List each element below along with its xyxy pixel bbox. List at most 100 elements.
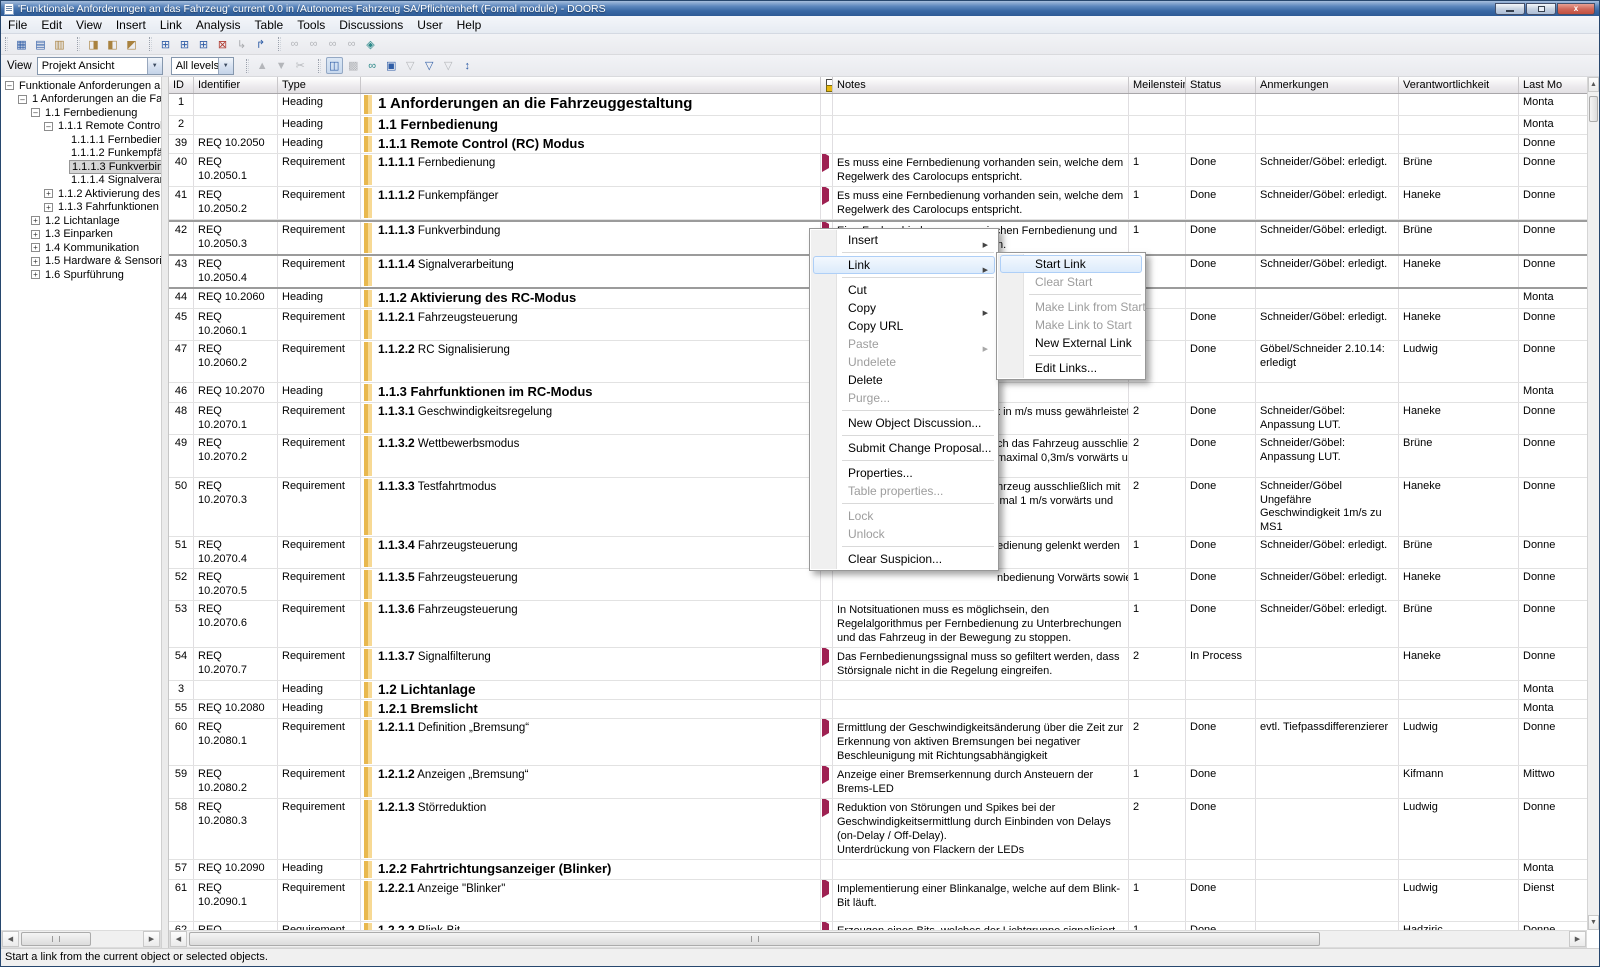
scroll-right-icon[interactable]: ▶ xyxy=(143,931,160,947)
link-marker-icon[interactable] xyxy=(822,766,829,784)
link-marker-icon[interactable] xyxy=(822,799,829,817)
scroll-thumb[interactable] xyxy=(189,932,1320,946)
scroll-thumb[interactable] xyxy=(1589,96,1598,122)
scroll-thumb[interactable] xyxy=(21,932,91,946)
link-marker-icon[interactable] xyxy=(822,154,829,172)
table-row[interactable]: 52REQ 10.2070.5Requirement1.1.3.5 Fahrze… xyxy=(169,569,1587,601)
menu-discussions[interactable]: Discussions xyxy=(332,16,410,33)
table-row[interactable]: 39REQ 10.2050Heading1.1.1 Remote Control… xyxy=(169,135,1587,154)
table-row[interactable]: 55REQ 10.2080Heading1.2.1 BremslichtMont… xyxy=(169,700,1587,719)
table-row[interactable]: 41REQ 10.2050.2Requirement1.1.1.2 Funkem… xyxy=(169,187,1587,220)
toolbar-grip[interactable] xyxy=(278,37,281,51)
expand-icon[interactable]: + xyxy=(44,203,53,212)
menu-insert[interactable]: Insert xyxy=(109,16,153,33)
tree-item-1-1-1-remote-control-r[interactable]: –1.1.1 Remote Control (R xyxy=(1,120,161,134)
table-row[interactable]: 61REQ 10.2090.1Requirement1.2.2.1 Anzeig… xyxy=(169,880,1587,922)
show-links-icon[interactable]: ∞ xyxy=(364,57,381,74)
tree-item-1-2-lichtanlage[interactable]: +1.2 Lichtanlage xyxy=(1,214,161,228)
tree-item-1-1-1-3-funkverbind[interactable]: 1.1.1.3 Funkverbind xyxy=(1,160,161,174)
open-module-icon[interactable]: ◨ xyxy=(85,36,102,53)
promote-object-icon[interactable]: ↱ xyxy=(252,36,269,53)
table-row[interactable]: 58REQ 10.2080.3Requirement1.2.1.3 Större… xyxy=(169,799,1587,860)
menu-table[interactable]: Table xyxy=(248,16,291,33)
clipboard-icon[interactable]: ▥ xyxy=(51,36,68,53)
menu-user[interactable]: User xyxy=(410,16,449,33)
context-menu-item-delete[interactable]: Delete xyxy=(813,371,995,389)
tree-horizontal-scrollbar[interactable]: ◀ ▶ xyxy=(1,930,161,948)
tree-item-1-1-fernbedienung[interactable]: –1.1 Fernbedienung xyxy=(1,106,161,120)
menu-edit[interactable]: Edit xyxy=(34,16,69,33)
scroll-up-icon[interactable]: ▲ xyxy=(1588,77,1599,92)
tree-item-1-1-3-fahrfunktionen-im[interactable]: +1.1.3 Fahrfunktionen im xyxy=(1,201,161,215)
tree-item-funktionale-anforderungen-an-das-f[interactable]: –Funktionale Anforderungen an das F xyxy=(1,79,161,93)
expand-icon[interactable]: + xyxy=(44,189,53,198)
column-header-anmerkungen[interactable]: Anmerkungen xyxy=(1256,77,1399,93)
context-menu-item-cut[interactable]: Cut xyxy=(813,281,995,299)
view-select[interactable]: Projekt Ansicht ▼ xyxy=(37,57,163,75)
menu-file[interactable]: File xyxy=(1,16,34,33)
link-marker-icon[interactable] xyxy=(822,719,829,737)
expand-icon[interactable]: + xyxy=(31,270,40,279)
new-external-link-icon[interactable]: ◈ xyxy=(362,36,379,53)
collapse-icon[interactable]: – xyxy=(44,122,53,131)
scroll-right-icon[interactable]: ▶ xyxy=(1569,931,1586,947)
menu-help[interactable]: Help xyxy=(450,16,489,33)
delete-object-icon[interactable]: ⊠ xyxy=(214,36,231,53)
collapse-icon[interactable]: – xyxy=(31,108,40,117)
table-horizontal-scrollbar[interactable]: ◀ ▶ xyxy=(169,930,1587,948)
tree-item-1-1-1-4-signalverarb[interactable]: 1.1.1.4 Signalverarb xyxy=(1,174,161,188)
expand-icon[interactable]: + xyxy=(31,216,40,225)
context-menu-item-link[interactable]: Link▶ xyxy=(813,256,995,274)
display-columns-icon[interactable]: ◫ xyxy=(326,57,343,74)
expand-icon[interactable]: + xyxy=(31,230,40,239)
table-row[interactable]: 54REQ 10.2070.7Requirement1.1.3.7 Signal… xyxy=(169,648,1587,681)
table-row[interactable]: 53REQ 10.2070.6Requirement1.1.3.6 Fahrze… xyxy=(169,601,1587,648)
context-menu-item-submit-change-proposal[interactable]: Submit Change Proposal... xyxy=(813,439,995,457)
tree-item-1-3-einparken[interactable]: +1.3 Einparken xyxy=(1,228,161,242)
link-marker-icon[interactable] xyxy=(822,880,829,898)
link-marker-icon[interactable] xyxy=(822,922,829,930)
context-menu-item-clear-suspicion[interactable]: Clear Suspicion... xyxy=(813,550,995,568)
new-object-copy-icon[interactable]: ⊞ xyxy=(195,36,212,53)
chevron-down-icon[interactable]: ▼ xyxy=(218,58,233,74)
save-icon[interactable]: ▦ xyxy=(13,36,30,53)
column-header-identifier[interactable]: Identifier xyxy=(194,77,278,93)
demote-object-icon[interactable]: ↳ xyxy=(233,36,250,53)
table-row[interactable]: 2Heading1.1 FernbedienungMonta xyxy=(169,116,1587,135)
close-module-icon[interactable]: ◧ xyxy=(104,36,121,53)
context-menu-item-properties[interactable]: Properties... xyxy=(813,464,995,482)
link-marker-icon[interactable] xyxy=(822,187,829,205)
toolbar-grip[interactable] xyxy=(77,37,80,51)
column-header-status[interactable]: Status xyxy=(1186,77,1256,93)
close-button[interactable]: x xyxy=(1557,3,1595,15)
tree-item-1-1-2-aktivierung-des-r[interactable]: +1.1.2 Aktivierung des R( xyxy=(1,187,161,201)
column-header-main[interactable] xyxy=(361,77,821,93)
minimize-button[interactable] xyxy=(1495,3,1525,15)
table-row[interactable]: 1Heading1 Anforderungen an die Fahrzeugg… xyxy=(169,94,1587,116)
print-icon[interactable]: ▤ xyxy=(32,36,49,53)
toolbar-grip[interactable] xyxy=(5,37,8,51)
chevron-down-icon[interactable]: ▼ xyxy=(147,58,162,74)
tree-item-1-6-spurf-hrung[interactable]: +1.6 Spurführung xyxy=(1,268,161,282)
table-row[interactable]: 57REQ 10.2090Heading1.2.2 Fahrtrichtungs… xyxy=(169,860,1587,880)
new-object-below-icon[interactable]: ⊞ xyxy=(176,36,193,53)
graphics-mode-icon[interactable]: ▣ xyxy=(383,57,400,74)
toolbar-grip[interactable] xyxy=(149,37,152,51)
tree-item-1-1-1-1-fernbedienu[interactable]: 1.1.1.1 Fernbedienu xyxy=(1,133,161,147)
restore-button[interactable] xyxy=(1526,3,1556,15)
collapse-icon[interactable]: – xyxy=(5,81,14,90)
table-row[interactable]: 60REQ 10.2080.1Requirement1.2.1.1 Defini… xyxy=(169,719,1587,766)
context-menu-item-insert[interactable]: Insert▶ xyxy=(813,231,995,249)
link-submenu-item-start-link[interactable]: Start Link xyxy=(1000,255,1142,273)
column-header-type[interactable]: Type xyxy=(278,77,361,93)
panel-splitter[interactable] xyxy=(161,77,169,948)
link-marker-icon[interactable] xyxy=(822,648,829,666)
define-filter-icon[interactable]: ▽ xyxy=(421,57,438,74)
toolbar-grip[interactable] xyxy=(246,59,249,73)
table-row[interactable]: 62REQ 10.2090.2Requirement1.2.2.2 Blink-… xyxy=(169,922,1587,930)
context-menu-item-copy-url[interactable]: Copy URL xyxy=(813,317,995,335)
link-submenu-item-new-external-link[interactable]: New External Link xyxy=(1000,334,1142,352)
menu-analysis[interactable]: Analysis xyxy=(189,16,248,33)
scroll-left-icon[interactable]: ◀ xyxy=(170,931,187,947)
menu-link[interactable]: Link xyxy=(153,16,189,33)
